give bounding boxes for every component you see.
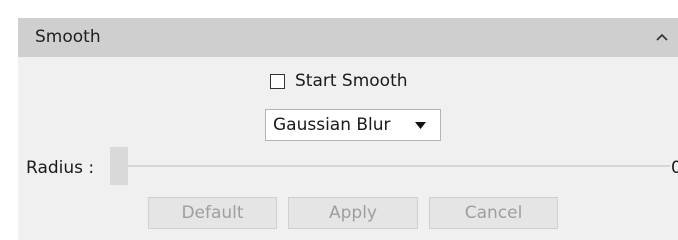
radius-label: Radius : (26, 158, 95, 178)
default-button[interactable]: Default (148, 197, 277, 229)
start-smooth-checkbox[interactable] (270, 73, 285, 89)
apply-button[interactable]: Apply (288, 197, 418, 229)
start-smooth-checkbox-row[interactable]: Start Smooth (270, 70, 408, 92)
triangle-down-icon (415, 122, 426, 129)
panel-title: Smooth (35, 27, 101, 47)
radius-slider-track[interactable] (128, 165, 670, 167)
filter-type-dropdown[interactable]: Gaussian Blur (265, 109, 441, 141)
cancel-button[interactable]: Cancel (429, 197, 558, 229)
panel-header[interactable]: Smooth (18, 18, 678, 57)
radius-value: 0 (671, 158, 678, 178)
radius-slider-thumb[interactable] (110, 147, 128, 185)
smooth-panel: Smooth Start Smooth Gaussian Blur Radius… (18, 18, 678, 240)
chevron-up-icon[interactable] (654, 30, 670, 44)
start-smooth-label: Start Smooth (295, 71, 408, 91)
filter-type-value: Gaussian Blur (273, 115, 391, 135)
